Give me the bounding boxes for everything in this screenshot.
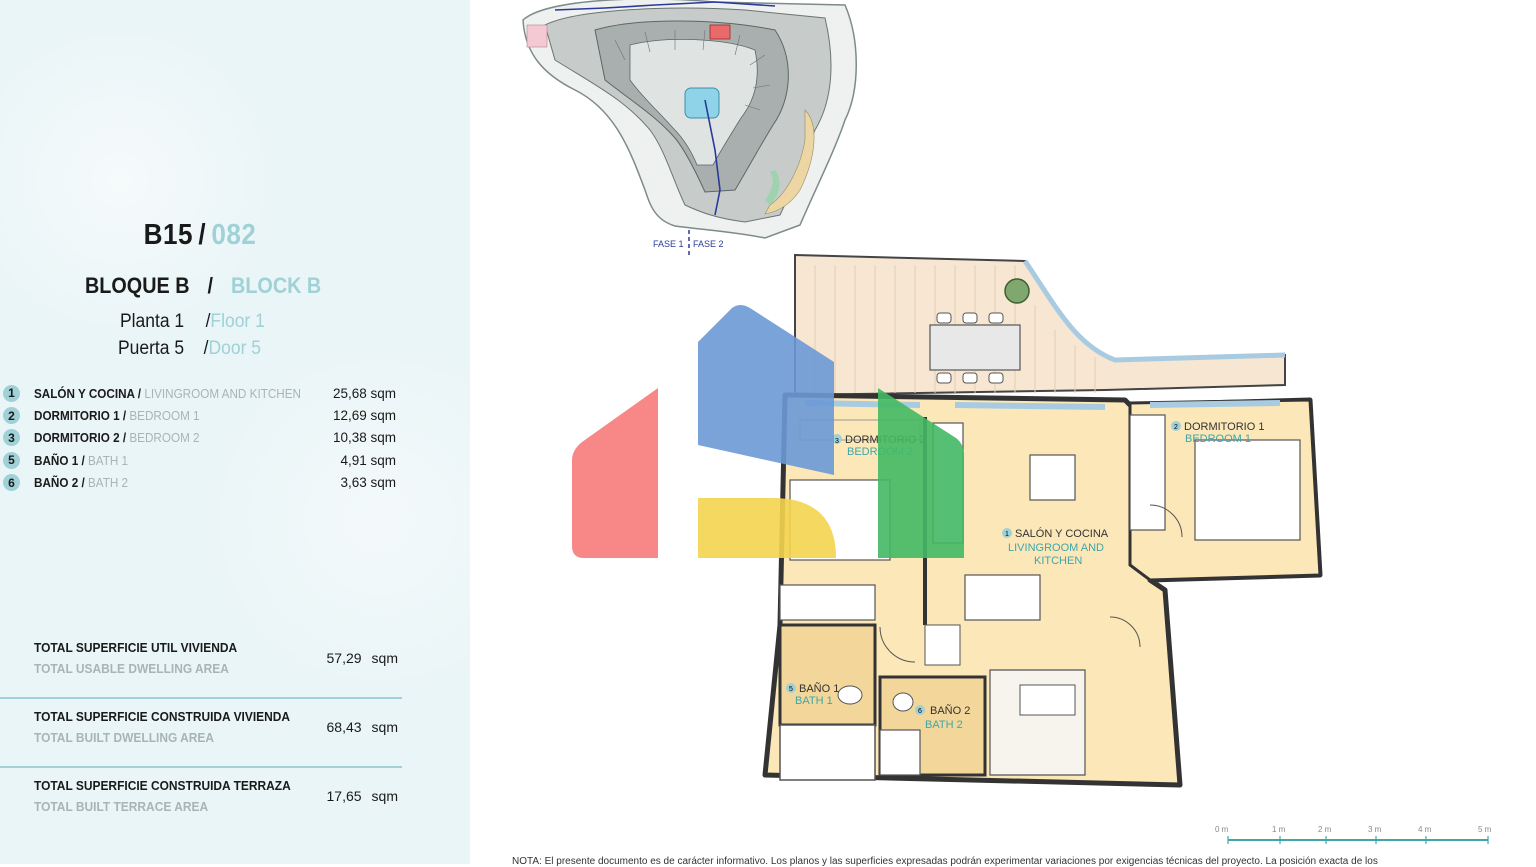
bath-1-label: BAÑO 1 bbox=[799, 682, 839, 695]
phase-2-label: FASE 2 bbox=[693, 239, 724, 249]
bedroom-1-label-en: BEDROOM 1 bbox=[1185, 433, 1251, 445]
info-panel: B15/082 BLOQUE B / BLOCK B Planta 1 /Floor… bbox=[0, 0, 470, 864]
room-area: 3,63 sqm bbox=[340, 475, 396, 491]
site-plan-map bbox=[522, 0, 857, 258]
room-name-en: BEDROOM 1 bbox=[129, 408, 200, 424]
bath-1-number: 5 bbox=[789, 686, 793, 693]
door-line: Puerta 5 /Door 5 bbox=[118, 338, 261, 360]
total-row: TOTAL SUPERFICIE UTIL VIVIENDA TOTAL USA… bbox=[0, 630, 402, 699]
scale-tick-4: 4 m bbox=[1418, 825, 1432, 834]
phase-1-label: FASE 1 bbox=[653, 239, 684, 249]
total-value: 68,43 sqm bbox=[327, 719, 399, 735]
floor-es: Planta 1 bbox=[120, 311, 185, 332]
room-number-badge: 3 bbox=[3, 429, 20, 447]
bath-1-label-en: BATH 1 bbox=[795, 695, 833, 707]
floor-line: Planta 1 /Floor 1 bbox=[120, 311, 265, 333]
bath-2-number: 6 bbox=[918, 708, 922, 715]
room-name: SALÓN Y COCINA / LIVINGROOM AND KITCHEN bbox=[34, 386, 301, 401]
room-list: 1 SALÓN Y COCINA / LIVINGROOM AND KITCHE… bbox=[0, 382, 410, 494]
room-name: DORMITORIO 1 / BEDROOM 1 bbox=[34, 408, 200, 423]
scale-tick-5: 5 m bbox=[1478, 825, 1492, 834]
block-es: BLOQUE B bbox=[85, 273, 190, 298]
unit-code: B15/082 bbox=[20, 219, 380, 252]
room-number-badge: 5 bbox=[3, 451, 20, 469]
total-label-en: TOTAL BUILT TERRACE AREA bbox=[34, 799, 209, 814]
room-area: 10,38 sqm bbox=[332, 430, 396, 446]
door-en: Door 5 bbox=[208, 338, 261, 359]
bedroom-1-label: DORMITORIO 1 bbox=[1184, 421, 1264, 433]
door-es: Puerta 5 bbox=[118, 338, 185, 359]
unit-code-label: B15 bbox=[143, 219, 193, 251]
block-slash: / bbox=[207, 273, 214, 298]
scale-tick-2: 2 m bbox=[1318, 825, 1332, 834]
unit-code-slash: / bbox=[198, 219, 207, 251]
floor-en: Floor 1 bbox=[210, 311, 265, 332]
room-name: BAÑO 2 / BATH 2 bbox=[34, 475, 128, 490]
room-name-es: BAÑO 2 / bbox=[34, 475, 85, 491]
total-number: 17,65 bbox=[326, 788, 362, 804]
total-unit: sqm bbox=[371, 650, 398, 666]
watermark-logo bbox=[572, 305, 964, 558]
room-area: 12,69 sqm bbox=[332, 408, 396, 424]
room-name-es: DORMITORIO 1 / bbox=[34, 408, 127, 424]
room-name-es: BAÑO 1 / bbox=[34, 452, 85, 468]
total-unit: sqm bbox=[371, 788, 398, 804]
room-name-en: BEDROOM 2 bbox=[129, 430, 200, 446]
total-value: 17,65 sqm bbox=[327, 788, 399, 804]
total-row: TOTAL SUPERFICIE CONSTRUIDA TERRAZA TOTA… bbox=[0, 768, 402, 835]
room-name-en: BATH 2 bbox=[87, 475, 129, 491]
scale-tick-1: 1 m bbox=[1272, 825, 1286, 834]
total-row: TOTAL SUPERFICIE CONSTRUIDA VIVIENDA TOT… bbox=[0, 699, 402, 768]
block-line: BLOQUE B / BLOCK B bbox=[85, 273, 321, 299]
total-value: 57,29 sqm bbox=[327, 650, 399, 666]
total-number: 57,29 bbox=[326, 650, 362, 666]
total-label-es: TOTAL SUPERFICIE CONSTRUIDA VIVIENDA bbox=[34, 709, 291, 724]
living-label-en-1: LIVINGROOM AND bbox=[1008, 542, 1104, 554]
room-number-badge: 6 bbox=[3, 474, 20, 492]
room-number-badge: 1 bbox=[3, 384, 20, 402]
room-row: 5 BAÑO 1 / BATH 1 4,91 sqm bbox=[0, 449, 410, 471]
total-label-es: TOTAL SUPERFICIE UTIL VIVIENDA bbox=[34, 640, 238, 655]
unit-number: 082 bbox=[211, 219, 257, 251]
room-name: BAÑO 1 / BATH 1 bbox=[34, 453, 128, 468]
room-name-en: BATH 1 bbox=[87, 452, 129, 468]
room-name-en: LIVINGROOM AND KITCHEN bbox=[144, 385, 301, 401]
living-label: SALÓN Y COCINA bbox=[1015, 527, 1109, 540]
room-number-badge: 2 bbox=[3, 407, 20, 425]
bedroom-1-number: 2 bbox=[1174, 424, 1178, 431]
room-area: 4,91 sqm bbox=[340, 452, 396, 468]
total-number: 68,43 bbox=[326, 719, 362, 735]
room-row: 6 BAÑO 2 / BATH 2 3,63 sqm bbox=[0, 472, 410, 494]
room-name: DORMITORIO 2 / BEDROOM 2 bbox=[34, 430, 200, 445]
totals-list: TOTAL SUPERFICIE UTIL VIVIENDA TOTAL USA… bbox=[0, 630, 402, 835]
room-row: 1 SALÓN Y COCINA / LIVINGROOM AND KITCHE… bbox=[0, 382, 410, 404]
scale-tick-3: 3 m bbox=[1368, 825, 1382, 834]
living-label-en-2: KITCHEN bbox=[1034, 555, 1082, 567]
bath-2-label-en: BATH 2 bbox=[925, 719, 963, 731]
disclaimer-note: NOTA: El presente documento es de caráct… bbox=[512, 856, 1378, 867]
total-unit: sqm bbox=[371, 719, 398, 735]
total-label-en: TOTAL BUILT DWELLING AREA bbox=[34, 730, 215, 745]
room-row: 3 DORMITORIO 2 / BEDROOM 2 10,38 sqm bbox=[0, 427, 410, 449]
room-name-es: SALÓN Y COCINA / bbox=[34, 385, 142, 401]
scale-bar: 0 m 1 m 2 m 3 m 4 m 5 m bbox=[1215, 825, 1492, 844]
room-name-es: DORMITORIO 2 / bbox=[34, 430, 127, 446]
room-row: 2 DORMITORIO 1 / BEDROOM 1 12,69 sqm bbox=[0, 404, 410, 426]
total-label-en: TOTAL USABLE DWELLING AREA bbox=[34, 661, 229, 676]
block-en: BLOCK B bbox=[231, 273, 322, 298]
living-number: 1 bbox=[1005, 531, 1009, 538]
bath-2-label: BAÑO 2 bbox=[930, 704, 970, 717]
scale-tick-0: 0 m bbox=[1215, 825, 1229, 834]
total-label-es: TOTAL SUPERFICIE CONSTRUIDA TERRAZA bbox=[34, 778, 291, 793]
room-area: 25,68 sqm bbox=[332, 385, 396, 401]
